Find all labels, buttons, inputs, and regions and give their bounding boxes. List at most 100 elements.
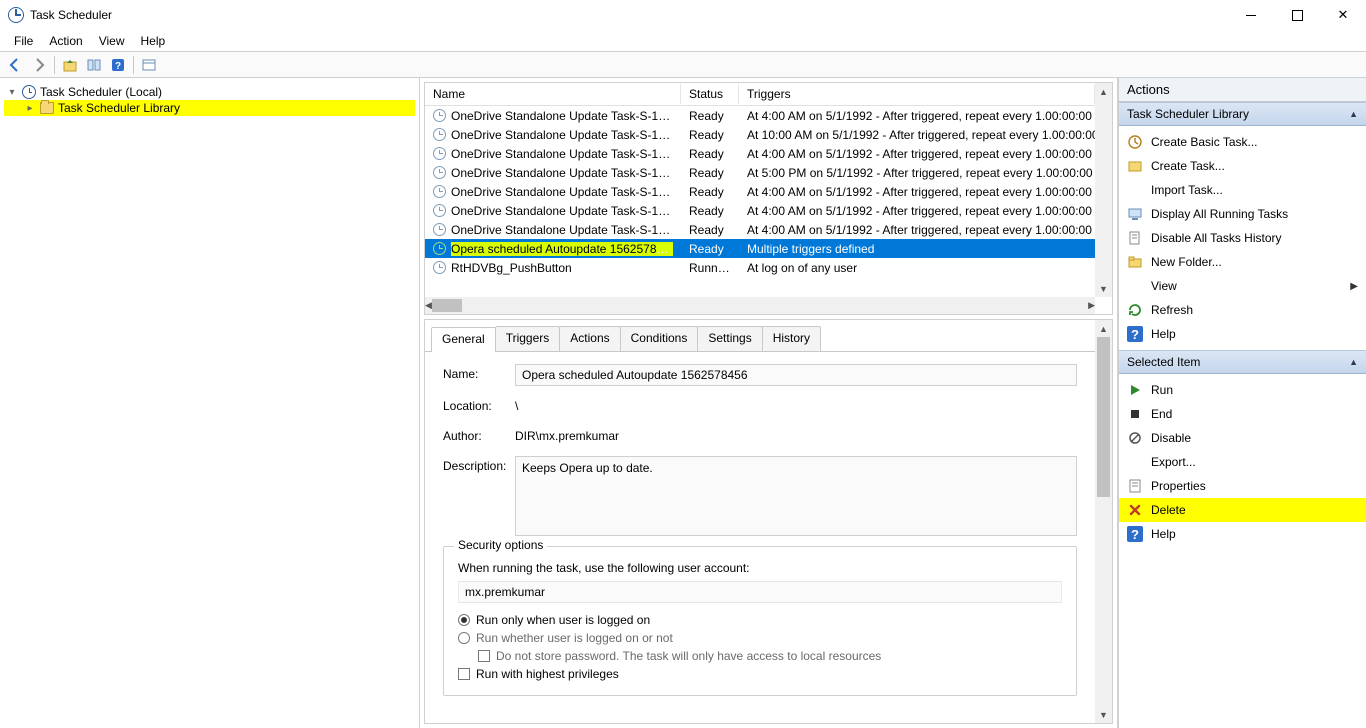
action-create-basic-task[interactable]: Create Basic Task... — [1119, 130, 1366, 154]
tree-collapse-icon[interactable]: ▾ — [6, 87, 18, 98]
task-row[interactable]: Opera scheduled Autoupdate 1562578456Rea… — [425, 239, 1095, 258]
toolbar: ? — [0, 52, 1366, 78]
display-running-icon — [1127, 206, 1143, 222]
toolbar-properties-button[interactable] — [138, 54, 160, 76]
task-status: Ready — [681, 128, 739, 142]
radio-run-anyuser[interactable]: Run whether user is logged on or not — [458, 631, 1062, 645]
label-location: Location: — [443, 396, 515, 413]
menu-view[interactable]: View — [91, 32, 133, 50]
radio-icon — [458, 614, 470, 626]
task-row[interactable]: OneDrive Standalone Update Task-S-1-5-2.… — [425, 201, 1095, 220]
action-label: Run — [1151, 383, 1173, 397]
window-minimize-button[interactable] — [1228, 0, 1274, 30]
column-status[interactable]: Status — [681, 84, 739, 104]
task-row[interactable]: RtHDVBg_PushButtonRunningAt log on of an… — [425, 258, 1095, 277]
task-row[interactable]: OneDrive Standalone Update Task-S-1-5-2.… — [425, 106, 1095, 125]
actions-section-library[interactable]: Task Scheduler Library ▲ — [1119, 102, 1366, 126]
tree-library-item[interactable]: ▸ Task Scheduler Library — [4, 100, 415, 116]
tab-settings[interactable]: Settings — [697, 326, 762, 351]
task-row[interactable]: OneDrive Standalone Update Task-S-1-5-2.… — [425, 163, 1095, 182]
action-import-task[interactable]: Import Task... — [1119, 178, 1366, 202]
scroll-down-icon[interactable]: ▼ — [1095, 706, 1112, 723]
section-collapse-icon[interactable]: ▲ — [1349, 357, 1358, 367]
scroll-left-icon[interactable]: ◀ — [425, 297, 432, 314]
window-close-button[interactable] — [1320, 0, 1366, 30]
checkbox-nostore-password[interactable]: Do not store password. The task will onl… — [478, 649, 1062, 663]
action-create-task[interactable]: Create Task... — [1119, 154, 1366, 178]
vertical-scrollbar[interactable]: ▲ ▼ — [1095, 320, 1112, 723]
action-display-running[interactable]: Display All Running Tasks — [1119, 202, 1366, 226]
app-clock-icon — [8, 7, 24, 23]
section-collapse-icon[interactable]: ▲ — [1349, 109, 1358, 119]
import-task-icon — [1127, 182, 1143, 198]
view-icon — [1127, 278, 1143, 294]
task-name: OneDrive Standalone Update Task-S-1-5-2.… — [451, 128, 673, 142]
disable-history-icon — [1127, 230, 1143, 246]
tab-actions[interactable]: Actions — [559, 326, 620, 351]
action-disable-history[interactable]: Disable All Tasks History — [1119, 226, 1366, 250]
tree-library-label: Task Scheduler Library — [58, 101, 180, 115]
tab-general[interactable]: General — [431, 327, 496, 352]
task-triggers: At 4:00 AM on 5/1/1992 - After triggered… — [739, 147, 1095, 161]
column-name[interactable]: Name — [425, 84, 681, 104]
tree-root-item[interactable]: ▾ Task Scheduler (Local) — [4, 84, 415, 100]
actions-section-selected[interactable]: Selected Item ▲ — [1119, 350, 1366, 374]
task-row[interactable]: OneDrive Standalone Update Task-S-1-5-2.… — [425, 220, 1095, 239]
action-run[interactable]: Run — [1119, 378, 1366, 402]
scroll-up-icon[interactable]: ▲ — [1095, 83, 1112, 100]
toolbar-pane-button[interactable] — [83, 54, 105, 76]
scroll-up-icon[interactable]: ▲ — [1095, 320, 1112, 337]
folder-icon — [40, 102, 54, 114]
action-new-folder[interactable]: New Folder... — [1119, 250, 1366, 274]
scroll-right-icon[interactable]: ▶ — [1088, 297, 1095, 314]
task-name: OneDrive Standalone Update Task-S-1-5-2.… — [451, 185, 673, 199]
menu-file[interactable]: File — [6, 32, 41, 50]
toolbar-separator — [133, 56, 134, 74]
field-description[interactable]: Keeps Opera up to date. — [515, 456, 1077, 536]
task-row[interactable]: OneDrive Standalone Update Task-S-1-5-2.… — [425, 144, 1095, 163]
action-end[interactable]: End — [1119, 402, 1366, 426]
scroll-down-icon[interactable]: ▼ — [1095, 280, 1112, 297]
radio-run-loggedon[interactable]: Run only when user is logged on — [458, 613, 1062, 627]
toolbar-separator — [54, 56, 55, 74]
svg-text:?: ? — [115, 61, 121, 72]
tree-root-label: Task Scheduler (Local) — [40, 85, 162, 99]
toolbar-up-button[interactable] — [59, 54, 81, 76]
action-disable[interactable]: Disable — [1119, 426, 1366, 450]
radio-run-anyuser-label: Run whether user is logged on or not — [476, 631, 673, 645]
vertical-scrollbar[interactable]: ▲ ▼ — [1095, 83, 1112, 297]
field-location: \ — [515, 396, 1077, 416]
action-refresh[interactable]: Refresh — [1119, 298, 1366, 322]
task-name: OneDrive Standalone Update Task-S-1-5-2.… — [451, 223, 673, 237]
checkbox-highest-privileges[interactable]: Run with highest privileges — [458, 667, 1062, 681]
field-author: DIR\mx.premkumar — [515, 426, 1077, 446]
menu-action[interactable]: Action — [41, 32, 90, 50]
action-properties[interactable]: Properties — [1119, 474, 1366, 498]
action-delete[interactable]: Delete — [1119, 498, 1366, 522]
tab-triggers[interactable]: Triggers — [495, 326, 561, 351]
tab-conditions[interactable]: Conditions — [620, 326, 699, 351]
toolbar-help-button[interactable]: ? — [107, 54, 129, 76]
action-help-top[interactable]: ? Help — [1119, 322, 1366, 346]
toolbar-forward-button[interactable] — [28, 54, 50, 76]
field-name[interactable]: Opera scheduled Autoupdate 1562578456 — [515, 364, 1077, 386]
help-icon: ? — [1127, 326, 1143, 342]
task-name: OneDrive Standalone Update Task-S-1-5-2.… — [451, 109, 673, 123]
action-view[interactable]: View ▶ — [1119, 274, 1366, 298]
task-row[interactable]: OneDrive Standalone Update Task-S-1-5-2.… — [425, 182, 1095, 201]
action-label: Display All Running Tasks — [1151, 207, 1288, 221]
scroll-thumb[interactable] — [1097, 337, 1110, 497]
scroll-thumb[interactable] — [432, 299, 462, 312]
action-label: End — [1151, 407, 1172, 421]
toolbar-back-button[interactable] — [4, 54, 26, 76]
tree-expand-icon[interactable]: ▸ — [24, 103, 36, 114]
menu-help[interactable]: Help — [133, 32, 174, 50]
task-row[interactable]: OneDrive Standalone Update Task-S-1-5-2.… — [425, 125, 1095, 144]
horizontal-scrollbar[interactable]: ◀ ▶ — [425, 297, 1095, 314]
tab-history[interactable]: History — [762, 326, 821, 351]
label-author: Author: — [443, 426, 515, 443]
column-triggers[interactable]: Triggers — [739, 84, 1095, 104]
action-help-bottom[interactable]: ? Help — [1119, 522, 1366, 546]
window-maximize-button[interactable] — [1274, 0, 1320, 30]
action-export[interactable]: Export... — [1119, 450, 1366, 474]
